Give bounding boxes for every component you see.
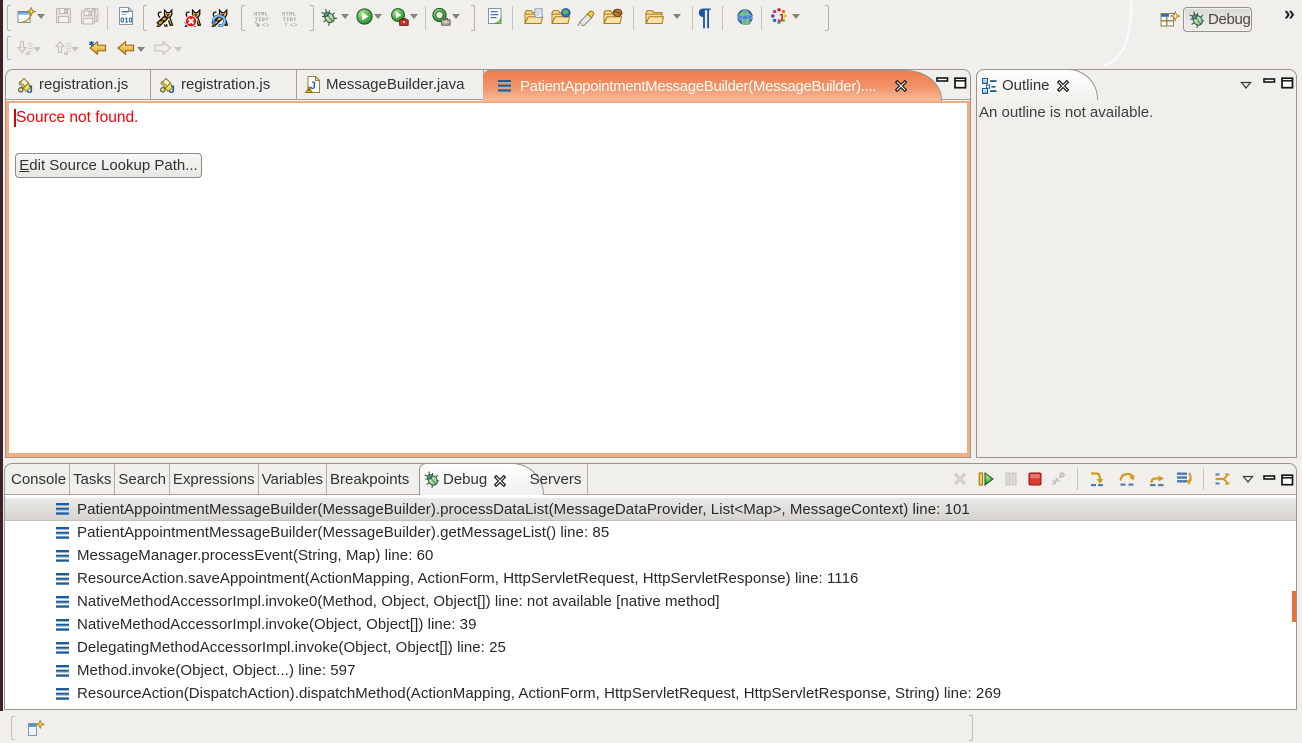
- svg-text:<>: <>: [262, 22, 270, 28]
- svg-text:J: J: [169, 84, 175, 94]
- svg-text:J: J: [27, 84, 33, 94]
- svg-text:J: J: [778, 13, 784, 25]
- svg-text:?: ?: [284, 22, 288, 28]
- svg-text:010: 010: [120, 16, 133, 25]
- svg-text:<>: <>: [290, 22, 298, 28]
